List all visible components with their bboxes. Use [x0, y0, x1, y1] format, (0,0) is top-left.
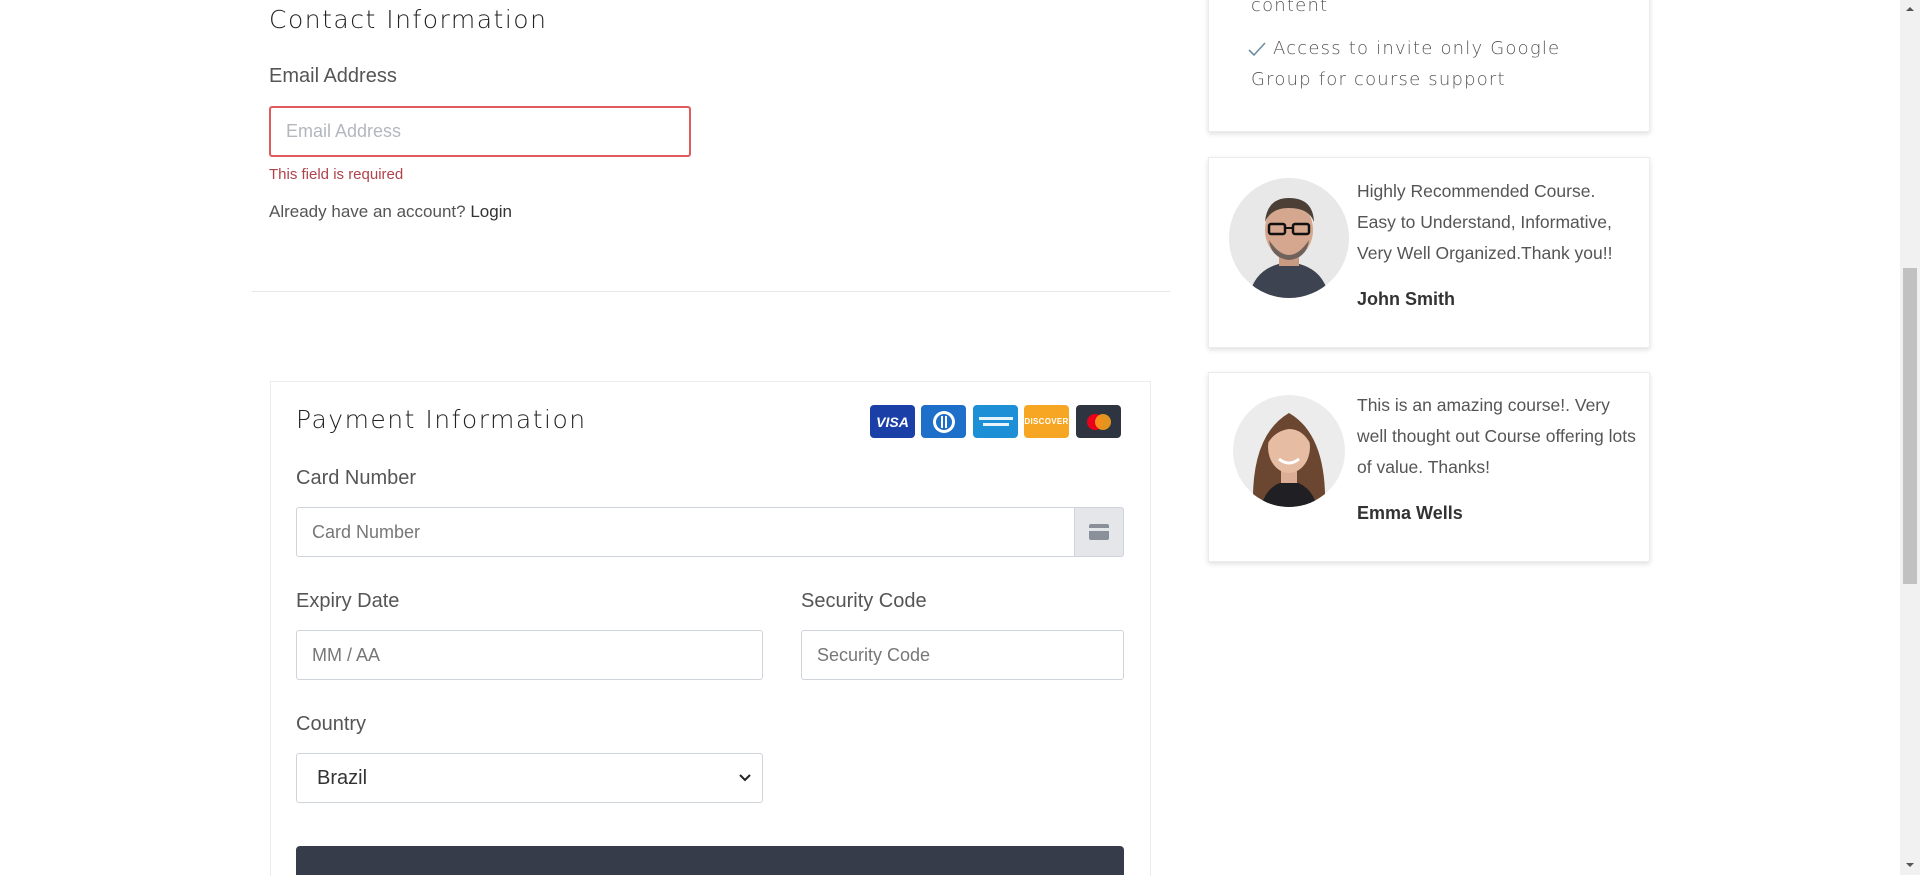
expiry-date-label: Expiry Date	[296, 590, 400, 612]
feature-item-line1: Access to invite only Google	[1273, 38, 1561, 59]
chevron-down-icon	[739, 774, 751, 782]
login-link[interactable]: Login	[470, 202, 512, 221]
review-text: Highly Recommended Course. Easy to Under…	[1357, 181, 1613, 263]
mastercard-card-icon	[1076, 405, 1121, 438]
amex-card-icon	[973, 405, 1018, 438]
card-number-addon	[1075, 507, 1124, 557]
payment-section-title: Payment Information	[296, 405, 587, 434]
country-select[interactable]: Brazil	[296, 753, 763, 803]
vertical-scrollbar[interactable]	[1900, 0, 1920, 875]
email-error-message: This field is required	[269, 166, 404, 183]
submit-button[interactable]	[296, 846, 1124, 875]
card-number-input[interactable]: Card Number	[296, 507, 1075, 557]
expiry-date-placeholder: MM / AA	[312, 644, 381, 665]
diners-club-logo-mark	[932, 410, 955, 433]
features-card: content Access to invite only Google Gro…	[1208, 0, 1650, 132]
security-code-placeholder: Security Code	[817, 644, 931, 665]
expiry-date-input[interactable]: MM / AA	[296, 630, 763, 680]
credit-card-icon	[1089, 524, 1109, 540]
diners-club-card-icon	[921, 405, 966, 438]
feature-item-line2: Group for course support	[1251, 69, 1506, 90]
email-placeholder: Email Address	[286, 121, 402, 141]
reviewer-name: Emma Wells	[1357, 503, 1463, 523]
amex-logo-mark	[978, 416, 1013, 426]
review-text: This is an amazing course!. Very well th…	[1357, 395, 1636, 477]
reviewer-name: John Smith	[1357, 289, 1455, 309]
account-prompt: Already have an account? Login	[269, 202, 512, 222]
account-prompt-text: Already have an account?	[269, 202, 466, 221]
feature-partial-text: content	[1251, 0, 1329, 16]
section-divider	[252, 291, 1170, 292]
woman-portrait-image	[1233, 395, 1345, 507]
review-card: Highly Recommended Course. Easy to Under…	[1208, 157, 1650, 348]
card-number-placeholder: Card Number	[312, 521, 421, 542]
reviewer-avatar	[1233, 395, 1345, 507]
visa-text: VISA	[876, 413, 909, 430]
security-code-label: Security Code	[801, 590, 927, 612]
card-number-label: Card Number	[296, 467, 417, 489]
man-portrait-image	[1229, 178, 1349, 298]
contact-section-title: Contact Information	[269, 5, 548, 34]
review-card: This is an amazing course!. Very well th…	[1208, 372, 1650, 562]
security-code-input[interactable]: Security Code	[801, 630, 1124, 680]
checkmark-icon	[1248, 42, 1266, 57]
email-input[interactable]: Email Address	[269, 106, 691, 157]
country-selected-value: Brazil	[317, 766, 368, 789]
discover-text: DISCOVER	[1024, 417, 1069, 426]
scroll-down-arrow-icon[interactable]	[1900, 858, 1920, 872]
scroll-up-arrow-icon[interactable]	[1900, 2, 1920, 16]
reviewer-avatar	[1229, 178, 1349, 298]
scrollbar-thumb[interactable]	[1903, 268, 1917, 584]
discover-card-icon: DISCOVER	[1024, 405, 1069, 438]
country-label: Country	[296, 713, 367, 735]
visa-card-icon: VISA	[870, 405, 915, 438]
mastercard-logo-mark	[1086, 413, 1111, 430]
email-label: Email Address	[269, 65, 397, 87]
